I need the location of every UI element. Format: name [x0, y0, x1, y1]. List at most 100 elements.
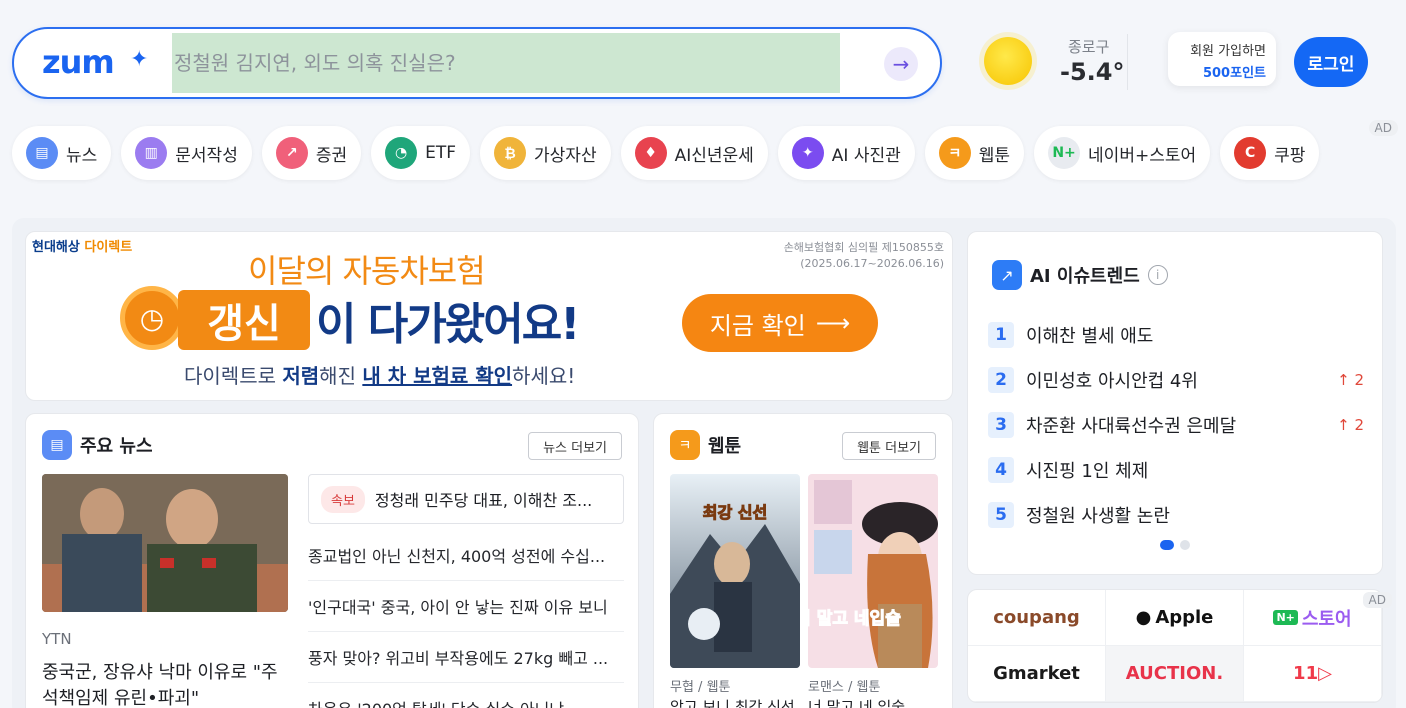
sparkle-icon: ✦ — [130, 47, 149, 72]
search-input[interactable] — [172, 33, 840, 93]
banner-sub-part: 다이렉트로 — [184, 364, 283, 388]
webtoon-genre: 로맨스 / 웹툰 — [808, 680, 881, 695]
apple-logo-icon: ● — [1135, 607, 1152, 628]
etf-icon: ◔ — [385, 137, 418, 169]
quick-link-naver-store[interactable]: N+ 네이버+스토어 — [1034, 126, 1211, 180]
quick-link-coupang[interactable]: C 쿠팡 — [1220, 126, 1320, 180]
banner-badge: 갱신 — [178, 290, 310, 350]
carousel-pagination — [1160, 540, 1190, 550]
news-more-button[interactable]: 뉴스 더보기 — [528, 432, 622, 460]
weather-location[interactable]: 종로구 — [1068, 36, 1109, 57]
webtoon-icon: ㅋ — [938, 137, 971, 169]
fortune-cards-icon: ♦ — [634, 137, 667, 169]
banner-cta-button[interactable]: 지금 확인 ⟶ — [682, 294, 878, 352]
shop-link-label: Gmarket — [993, 663, 1080, 684]
news-source: YTN — [42, 630, 72, 648]
banner-sub-part: 저렴 — [282, 364, 320, 388]
webtoon-card: ㅋ 웹툰 웹툰 더보기 최강 신선 무협 / 웹툰 악고 보니 최강 신선 너 … — [653, 413, 953, 708]
news-photo[interactable] — [42, 474, 288, 612]
naver-plus-icon: N+ — [1273, 610, 1298, 625]
pagination-dot[interactable] — [1180, 540, 1190, 550]
weather-temperature[interactable]: -5.4° — [1060, 58, 1124, 86]
webtoon-title[interactable]: 너 말고 네 입술 — [808, 696, 905, 708]
news-headline-link[interactable]: 중국군, 장유샤 낙마 이유로 "주석책임제 유린•파괴" — [42, 660, 288, 708]
quick-link-label: 쿠팡 — [1274, 145, 1306, 166]
trend-item[interactable]: 3 차준환 사대륙선수권 은메달 ↑ 2 — [988, 402, 1364, 447]
shop-link-11st[interactable]: 11 ▷ — [1244, 646, 1382, 702]
shop-link-naver-store[interactable]: N+ 스토어 — [1244, 590, 1382, 646]
webtoon-cover[interactable]: 너 말고 네입술 — [808, 474, 938, 668]
quick-link-news[interactable]: ▤ 뉴스 — [12, 126, 112, 180]
webtoon-cover-title: 최강 신선 — [703, 503, 767, 522]
webtoon-icon: ㅋ — [670, 430, 700, 460]
banner-legal: 손해보험협회 심의필 제150855호 (2025.06.17~2026.06.… — [784, 240, 944, 272]
trend-item[interactable]: 4 시진핑 1인 체제 — [988, 447, 1364, 492]
shop-link-apple[interactable]: ● Apple — [1106, 590, 1244, 646]
quick-link-ai-photo[interactable]: ✦ AI 사진관 — [777, 126, 915, 180]
shop-link-label: Apple — [1155, 607, 1214, 628]
alarm-clock-icon: ◷ — [120, 286, 184, 350]
trend-item[interactable]: 5 정철원 사생활 논란 — [988, 492, 1364, 537]
trend-rank: 1 — [988, 321, 1014, 348]
ad-badge: AD — [1368, 120, 1398, 136]
quick-link-label: 웹툰 — [978, 145, 1011, 166]
trend-keyword: 차준환 사대륙선수권 은메달 — [1026, 415, 1237, 437]
quick-link-label: 문서작성 — [175, 145, 238, 166]
quick-link-etf[interactable]: ◔ ETF — [371, 126, 471, 180]
arrow-up-icon: ↑ — [1337, 415, 1350, 434]
quick-link-document[interactable]: ▥ 문서작성 — [121, 126, 252, 180]
banner-subtext: 다이렉트로 저렴해진 내 차 보험료 확인하세요! — [184, 360, 575, 389]
banner-sub-part: 해진 — [319, 364, 363, 388]
quick-links: ▤ 뉴스 ▥ 문서작성 ↗ 증권 ◔ ETF ₿ 가상자산 ♦ AI신년운세 ✦… — [12, 126, 1320, 180]
news-list-item[interactable]: '인구대국' 중국, 아이 안 낳는 진짜 이유 보니 — [308, 581, 624, 632]
webtoon-cover-title: 너 말고 네입술 — [808, 608, 901, 629]
trend-rank: 4 — [988, 456, 1014, 483]
trend-rank: 3 — [988, 411, 1014, 438]
breaking-badge: 속보 — [321, 485, 365, 513]
insurance-banner-ad[interactable]: 현대해상 다이렉트 손해보험협회 심의필 제150855호 (2025.06.1… — [25, 231, 953, 401]
card-header: ㅋ 웹툰 — [670, 430, 741, 460]
zum-logo[interactable]: zum — [42, 43, 115, 81]
search-submit-button[interactable]: → — [884, 47, 918, 81]
trend-item[interactable]: 2 이민성호 아시안컵 4위 ↑ 2 — [988, 357, 1364, 402]
banner-legal-line: 손해보험협회 심의필 제150855호 — [783, 241, 944, 254]
news-list-item[interactable]: 종교법인 아닌 신천지, 400억 성전에 수십... — [308, 530, 624, 581]
trend-keyword: 이민성호 아시안컵 4위 — [1026, 370, 1198, 392]
shop-link-gmarket[interactable]: Gmarket — [968, 646, 1106, 702]
news-list-item[interactable]: 차은우 '200억 탈세' 단순 실수 아니냐... — [308, 683, 624, 708]
shop-link-coupang[interactable]: coupang — [968, 590, 1106, 646]
shop-link-auction[interactable]: AUCTION. — [1106, 646, 1244, 702]
card-title: 웹툰 — [708, 436, 742, 457]
webtoon-cover-image: 너 말고 네입술 — [808, 474, 938, 668]
banner-main-text: 이 다가왔어요! — [316, 299, 580, 350]
webtoon-more-button[interactable]: 웹툰 더보기 — [842, 432, 936, 460]
quick-link-label: 증권 — [315, 145, 348, 166]
quick-link-stock[interactable]: ↗ 증권 — [261, 126, 362, 180]
card-header: ▤ 주요 뉴스 — [42, 430, 153, 460]
webtoon-title[interactable]: 악고 보니 최강 신선 — [670, 696, 795, 708]
signup-promo[interactable]: 회원 가입하면 500포인트 — [1168, 32, 1276, 86]
quick-link-webtoon[interactable]: ㅋ 웹툰 — [924, 126, 1025, 180]
quick-link-label: 뉴스 — [66, 145, 98, 166]
webtoon-genre: 무협 / 웹툰 — [670, 680, 731, 695]
ai-trend-card: ↗ AI 이슈트렌드 i 1 이해찬 별세 애도 2 이민성호 아시안컵 4위 … — [967, 231, 1383, 575]
card-header: ↗ AI 이슈트렌드 i — [992, 260, 1168, 290]
sun-icon[interactable] — [984, 37, 1032, 85]
pagination-dot[interactable] — [1160, 540, 1174, 550]
news-list: 종교법인 아닌 신천지, 400억 성전에 수십... '인구대국' 중국, 아… — [308, 530, 624, 708]
shop-link-label: 스토어 — [1301, 608, 1352, 630]
card-title: AI 이슈트렌드 — [1030, 266, 1140, 287]
quick-link-label: ETF — [425, 143, 457, 163]
news-list-item[interactable]: 풍자 맞아? 위고비 부작용에도 27kg 빼고 ... — [308, 632, 624, 683]
news-photo-image — [42, 474, 288, 612]
trend-keyword: 정철원 사생활 논란 — [1026, 505, 1170, 527]
search-box: zum ✦ → — [12, 27, 942, 99]
trend-item[interactable]: 1 이해찬 별세 애도 — [988, 312, 1364, 357]
login-button[interactable]: 로그인 — [1294, 37, 1368, 87]
info-icon[interactable]: i — [1147, 265, 1168, 285]
quick-link-crypto[interactable]: ₿ 가상자산 — [480, 126, 611, 180]
breaking-news-item[interactable]: 속보 정청래 민주당 대표, 이해찬 조... — [308, 474, 624, 524]
webtoon-cover[interactable]: 최강 신선 — [670, 474, 800, 668]
quick-link-ai-fortune[interactable]: ♦ AI신년운세 — [620, 126, 768, 180]
rank-change-value: 2 — [1354, 415, 1364, 434]
